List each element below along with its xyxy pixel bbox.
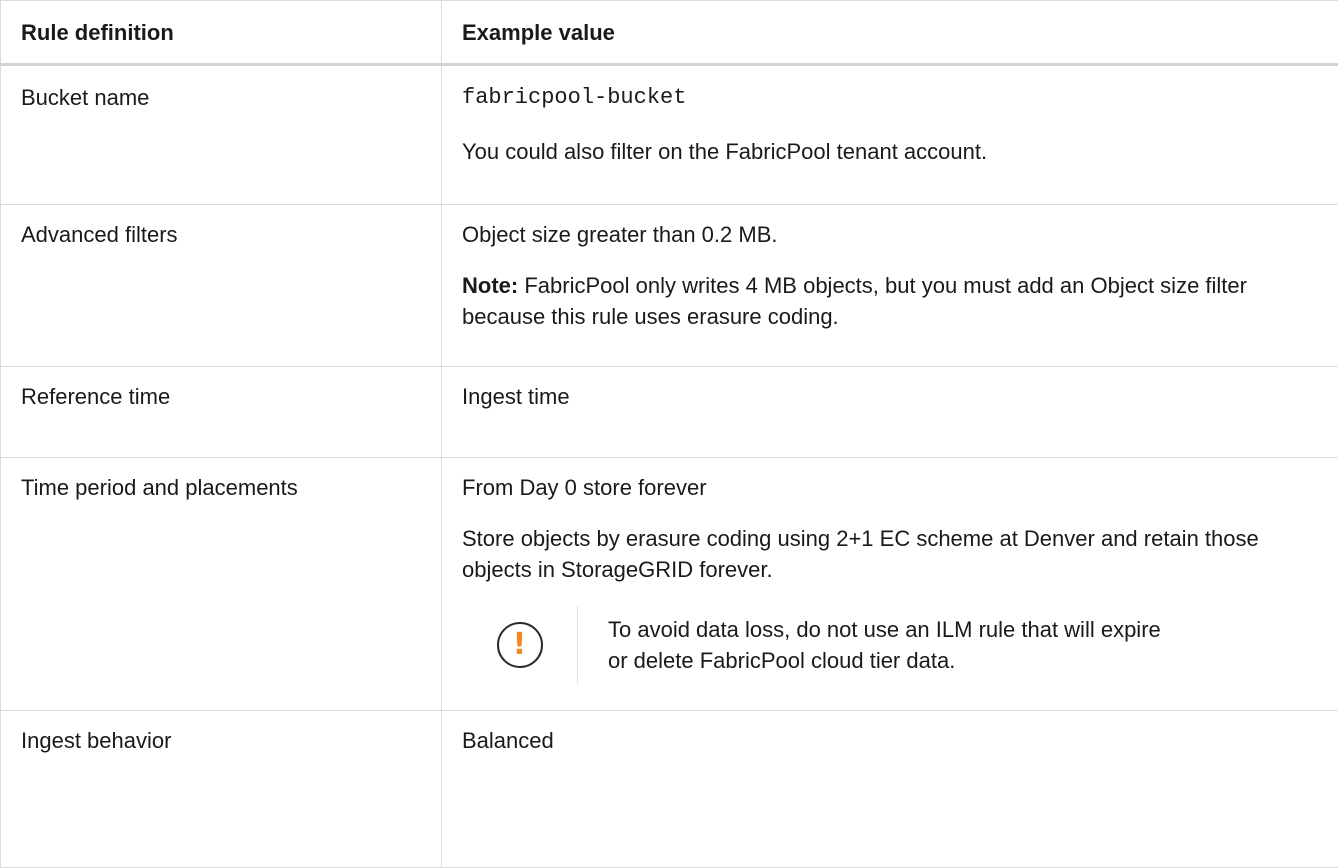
row-label-time-period: Time period and placements xyxy=(1,458,442,711)
advanced-filters-note: Note: FabricPool only writes 4 MB object… xyxy=(462,270,1318,332)
warning-admonition: ! To avoid data loss, do not use an ILM … xyxy=(462,606,1318,684)
table-row: Advanced filters Object size greater tha… xyxy=(1,205,1338,367)
note-label: Note: xyxy=(462,273,518,298)
row-value-advanced-filters: Object size greater than 0.2 MB. Note: F… xyxy=(442,205,1338,367)
row-label-ingest-behavior: Ingest behavior xyxy=(1,711,442,868)
warning-text: To avoid data loss, do not use an ILM ru… xyxy=(578,606,1178,684)
header-example-value: Example value xyxy=(442,1,1338,65)
table-row: Ingest behavior Balanced xyxy=(1,711,1338,868)
row-label-advanced-filters: Advanced filters xyxy=(1,205,442,367)
row-value-bucket-name: fabricpool-bucket You could also filter … xyxy=(442,65,1338,205)
row-value-time-period: From Day 0 store forever Store objects b… xyxy=(442,458,1338,711)
header-row: Rule definition Example value xyxy=(1,1,1338,65)
time-period-text: From Day 0 store forever xyxy=(462,472,1318,503)
note-text: FabricPool only writes 4 MB objects, but… xyxy=(462,273,1247,329)
row-value-ingest-behavior: Balanced xyxy=(442,711,1338,868)
header-rule-definition: Rule definition xyxy=(1,1,442,65)
table-row: Bucket name fabricpool-bucket You could … xyxy=(1,65,1338,205)
row-value-reference-time: Ingest time xyxy=(442,367,1338,458)
bucket-name-note: You could also filter on the FabricPool … xyxy=(462,136,1318,167)
time-period-detail: Store objects by erasure coding using 2+… xyxy=(462,523,1318,585)
rules-table: Rule definition Example value Bucket nam… xyxy=(0,0,1338,868)
table-row: Time period and placements From Day 0 st… xyxy=(1,458,1338,711)
bucket-name-code: fabricpool-bucket xyxy=(462,82,1318,114)
warning-icon-cell: ! xyxy=(462,606,578,684)
row-label-bucket-name: Bucket name xyxy=(1,65,442,205)
table-row: Reference time Ingest time xyxy=(1,367,1338,458)
advanced-filters-text: Object size greater than 0.2 MB. xyxy=(462,219,1318,250)
row-label-reference-time: Reference time xyxy=(1,367,442,458)
exclamation-circle-icon: ! xyxy=(497,622,543,668)
